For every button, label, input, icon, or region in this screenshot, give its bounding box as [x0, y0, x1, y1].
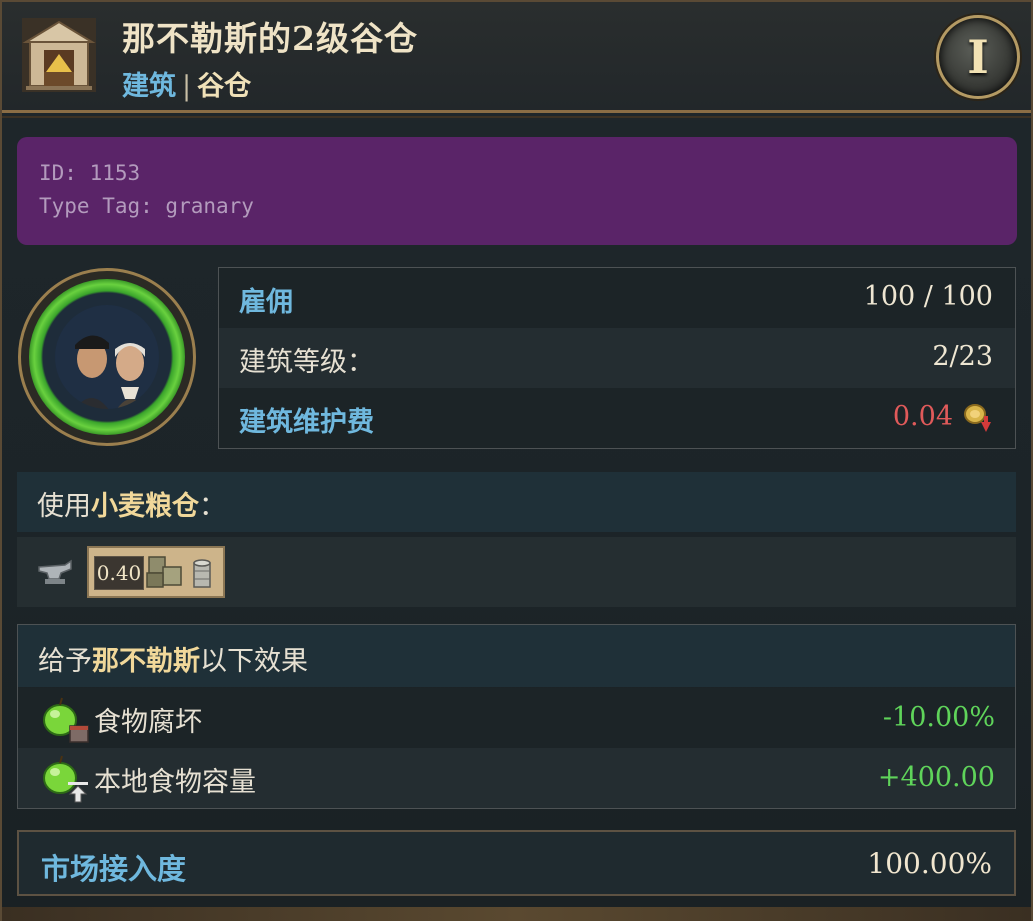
info-button[interactable]: I [936, 15, 1020, 99]
city-effects-box: 给予那不勒斯以下效果 食物腐坏 -10.00% 本地食物容量 +400.00 [17, 624, 1016, 809]
stat-row-employment[interactable]: 雇佣 100 / 100 [219, 268, 1015, 328]
market-access-label: 市场接入度 [41, 852, 187, 886]
uses-goods-row: 0.40 [17, 537, 1016, 607]
building-subtitle: 建筑 | 谷仓 [122, 64, 251, 103]
category-link[interactable]: 建筑 [122, 71, 176, 102]
info-button-label: I [967, 30, 989, 84]
building-stats-table: 雇佣 100 / 100 建筑等级： 2/23 建筑维护费 0.04 [218, 267, 1016, 449]
effects-suffix: 以下效果 [200, 646, 308, 677]
workers-portrait[interactable] [18, 268, 196, 446]
debug-id: ID: 1153 [39, 161, 141, 185]
bottom-border [2, 907, 1031, 921]
effect-value: -10.00% [882, 702, 995, 733]
stat-label: 雇佣 [239, 287, 293, 318]
debug-type-tag: Type Tag: granary [39, 194, 254, 218]
stat-value: 2/23 [932, 341, 993, 372]
building-tooltip-panel: 那不勒斯的2级谷仓 建筑 | 谷仓 I ID: 1153 Type Tag: gra… [0, 0, 1033, 921]
effect-label: 食物腐坏 [94, 707, 202, 738]
stat-label: 建筑维护费 [239, 407, 374, 438]
good-amount: 0.40 [94, 556, 144, 590]
uses-good-name[interactable]: 小麦粮仓 [91, 491, 199, 522]
effects-header: 给予那不勒斯以下效果 [18, 625, 1015, 687]
apple-calendar-icon [43, 697, 89, 743]
debug-info-box: ID: 1153 Type Tag: granary [17, 137, 1017, 245]
uses-goods-header: 使用小麦粮仓： [17, 472, 1016, 532]
stat-row-level: 建筑等级： 2/23 [219, 328, 1015, 388]
uses-goods-text: 使用小麦粮仓： [37, 484, 226, 523]
good-chip[interactable]: 0.40 [87, 546, 225, 598]
granary-building-icon [22, 18, 96, 92]
gold-coin-down-icon [964, 404, 991, 432]
uses-suffix: ： [199, 491, 226, 522]
anvil-icon [38, 559, 72, 584]
building-title: 那不勒斯的2级谷仓 [122, 19, 418, 58]
uses-prefix: 使用 [37, 491, 91, 522]
effect-row-food-spoilage[interactable]: 食物腐坏 -10.00% [18, 688, 1015, 748]
coin-stack-icon [193, 559, 211, 588]
stat-label: 建筑等级： [239, 347, 374, 378]
effect-label: 本地食物容量 [94, 767, 256, 798]
stat-value: 100 / 100 [863, 281, 993, 312]
effects-prefix: 给予 [38, 646, 92, 677]
effects-city-name[interactable]: 那不勒斯 [92, 646, 200, 677]
market-access-row[interactable]: 市场接入度 100.00% [17, 830, 1016, 896]
goods-crates-icon [146, 556, 182, 588]
stat-value: 0.04 [892, 401, 953, 432]
building-type-label: 谷仓 [197, 71, 252, 102]
apple-capacity-icon [43, 755, 88, 803]
effect-row-food-capacity[interactable]: 本地食物容量 +400.00 [18, 748, 1015, 808]
tooltip-header: 那不勒斯的2级谷仓 建筑 | 谷仓 I [2, 2, 1031, 118]
market-access-value: 100.00% [867, 847, 992, 880]
effects-header-text: 给予那不勒斯以下效果 [38, 639, 308, 678]
subtitle-separator: | [182, 71, 192, 102]
workers-portrait-icon [55, 305, 159, 409]
stat-row-upkeep[interactable]: 建筑维护费 0.04 [219, 388, 1015, 448]
effect-value: +400.00 [877, 762, 995, 793]
